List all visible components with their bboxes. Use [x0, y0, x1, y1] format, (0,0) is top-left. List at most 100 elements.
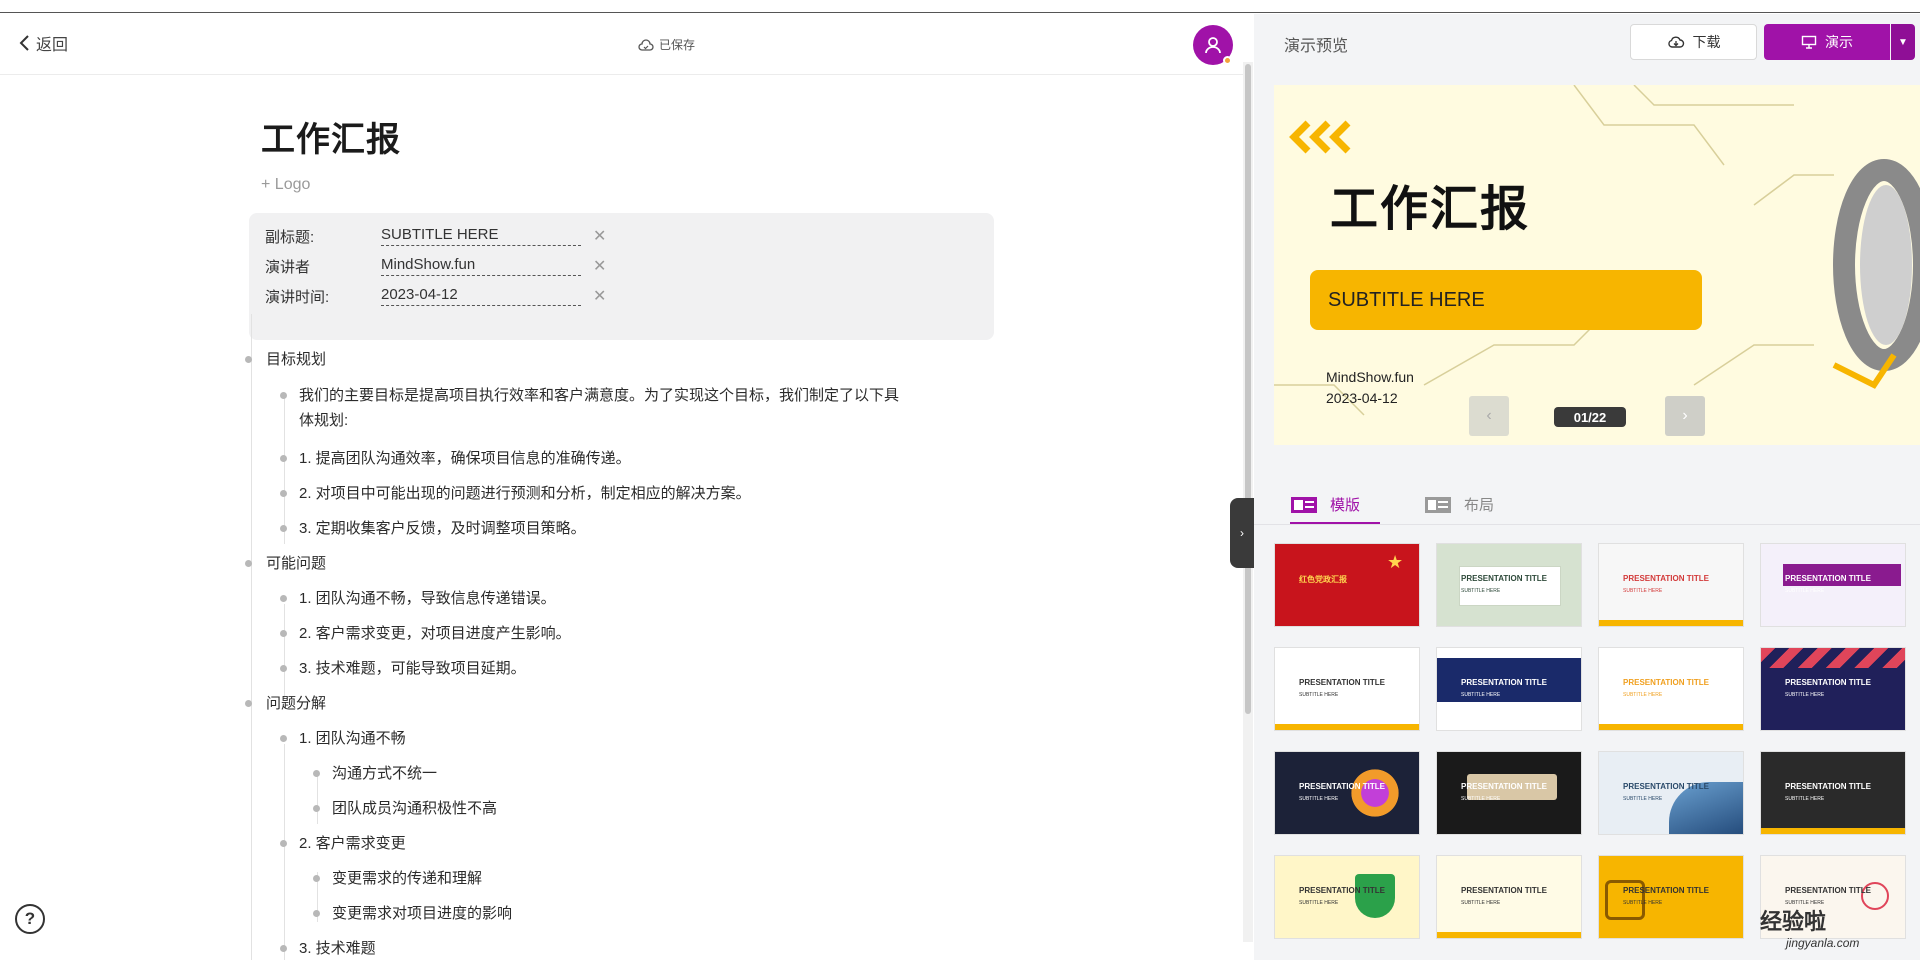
- active-tab-indicator: [1290, 522, 1380, 524]
- add-logo-button[interactable]: + Logo: [261, 176, 310, 194]
- slide-subtitle: SUBTITLE HERE: [1310, 270, 1702, 330]
- outline-guide: [317, 774, 318, 824]
- subtitle-field[interactable]: SUBTITLE HERE: [381, 226, 581, 246]
- slide-preview[interactable]: 工作汇报 SUBTITLE HERE MindShow.fun 2023-04-…: [1274, 85, 1920, 445]
- template-thumbnail[interactable]: PRESENTATION TITLE SUBTITLE HERE: [1436, 855, 1582, 939]
- template-decoration: [1355, 874, 1395, 918]
- template-thumbnail[interactable]: PRESENTATION TITLE SUBTITLE HERE: [1760, 543, 1906, 627]
- template-title: PRESENTATION TITLE: [1785, 782, 1871, 791]
- bullet-dot: [245, 560, 252, 567]
- user-icon: [1205, 37, 1221, 54]
- template-thumbnail[interactable]: PRESENTATION TITLE SUBTITLE HERE: [1760, 751, 1906, 835]
- next-slide-button[interactable]: ›: [1665, 396, 1705, 436]
- template-thumbnail[interactable]: PRESENTATION TITLE SUBTITLE HERE: [1598, 543, 1744, 627]
- template-decoration: [1761, 648, 1905, 668]
- outline-item[interactable]: 2. 客户需求变更: [299, 833, 406, 855]
- back-button[interactable]: 返回: [18, 31, 68, 55]
- meta-row-subtitle: 副标题: SUBTITLE HERE ✕: [265, 223, 606, 249]
- date-field[interactable]: 2023-04-12: [381, 286, 581, 306]
- bullet-dot: [313, 910, 320, 917]
- template-thumbnail[interactable]: ★ 红色党政汇报: [1274, 543, 1420, 627]
- outline-item[interactable]: 变更需求的传递和理解: [332, 868, 482, 890]
- preview-pane: 演示预览 下载 演示 ▼ 工作汇报 SUBTITLE HERE MindShow: [1254, 14, 1920, 960]
- outline-item[interactable]: 1. 团队沟通不畅，导致信息传递错误。: [299, 588, 556, 610]
- document-title[interactable]: 工作汇报: [261, 112, 401, 161]
- template-title: PRESENTATION TITLE: [1785, 678, 1871, 687]
- outline-item[interactable]: 问题分解: [266, 693, 326, 715]
- outline-item[interactable]: 沟通方式不统一: [332, 763, 437, 785]
- template-thumbnail[interactable]: PRESENTATION TITLE SUBTITLE HERE: [1274, 855, 1420, 939]
- template-title: PRESENTATION TITLE: [1623, 886, 1709, 895]
- template-decoration: [1599, 724, 1743, 730]
- template-decoration: [1437, 932, 1581, 938]
- help-button[interactable]: ?: [15, 904, 45, 934]
- template-title: PRESENTATION TITLE: [1299, 678, 1385, 687]
- outline-item[interactable]: 目标规划: [266, 349, 326, 371]
- template-title: 红色党政汇报: [1299, 575, 1347, 584]
- bullet-dot: [280, 630, 287, 637]
- present-button[interactable]: 演示: [1764, 24, 1890, 60]
- template-title: PRESENTATION TITLE: [1623, 678, 1709, 687]
- outline-item[interactable]: 团队成员沟通积极性不高: [332, 798, 497, 820]
- presenter-field[interactable]: MindShow.fun: [381, 256, 581, 276]
- present-options-button[interactable]: ▼: [1891, 24, 1915, 60]
- cloud-download-icon: [1667, 36, 1684, 48]
- template-thumbnail[interactable]: PRESENTATION TITLE SUBTITLE HERE: [1274, 751, 1420, 835]
- outline-item[interactable]: 可能问题: [266, 553, 326, 575]
- outline-item[interactable]: 3. 技术难题: [299, 938, 376, 960]
- download-label: 下载: [1692, 34, 1721, 50]
- template-thumbnail[interactable]: PRESENTATION TITLE SUBTITLE HERE: [1760, 647, 1906, 731]
- bullet-dot: [313, 875, 320, 882]
- tab-layout[interactable]: 布局: [1424, 494, 1494, 515]
- template-icon: [1291, 496, 1317, 513]
- outline-guide: [284, 604, 285, 699]
- outline-item[interactable]: 3. 定期收集客户反馈，及时调整项目策略。: [299, 518, 586, 540]
- outline-item[interactable]: 3. 技术难题，可能导致项目延期。: [299, 658, 526, 680]
- meta-label: 副标题:: [265, 228, 315, 246]
- outline-item[interactable]: 我们的主要目标是提高项目执行效率和客户满意度。为了实现这个目标，我们制定了以下具: [299, 385, 899, 407]
- editor-pane: 返回 已保存 工作汇报 + Logo 副标题: SUBTITLE HERE ✕ …: [0, 14, 1245, 960]
- template-thumbnail[interactable]: PRESENTATION TITLE SUBTITLE HERE: [1436, 543, 1582, 627]
- template-thumbnail[interactable]: PRESENTATION TITLE SUBTITLE HERE: [1436, 647, 1582, 731]
- outline-item[interactable]: 变更需求对项目进度的影响: [332, 903, 512, 925]
- template-subtitle: SUBTITLE HERE: [1299, 692, 1339, 698]
- outline-item[interactable]: 2. 客户需求变更，对项目进度产生影响。: [299, 623, 571, 645]
- bullet-dot: [280, 455, 287, 462]
- bullet-dot: [280, 945, 287, 952]
- save-status: 已保存: [638, 36, 695, 53]
- template-subtitle: SUBTITLE HERE: [1785, 692, 1825, 698]
- editor-header: 返回 已保存: [0, 14, 1245, 75]
- watermark-logo: 经验啦: [1760, 909, 1827, 934]
- template-thumbnail[interactable]: PRESENTATION TITLE SUBTITLE HERE: [1598, 855, 1744, 939]
- template-decoration: [1345, 768, 1405, 818]
- template-subtitle: SUBTITLE HERE: [1461, 796, 1501, 802]
- outline-guide: [251, 314, 252, 960]
- editor-scrollbar-thumb[interactable]: [1245, 64, 1251, 714]
- template-decoration: [1599, 620, 1743, 626]
- download-button[interactable]: 下载: [1630, 24, 1757, 60]
- outline-item[interactable]: 1. 提高团队沟通效率，确保项目信息的准确传递。: [299, 448, 631, 470]
- template-thumbnail[interactable]: PRESENTATION TITLE SUBTITLE HERE: [1598, 647, 1744, 731]
- bullet-dot: [280, 735, 287, 742]
- chevron-left-icon: ‹: [1486, 407, 1492, 424]
- template-subtitle: SUBTITLE HERE: [1623, 692, 1663, 698]
- outline-item[interactable]: 2. 对项目中可能出现的问题进行预测和分析，制定相应的解决方案。: [299, 483, 751, 505]
- outline-item[interactable]: 1. 团队沟通不畅: [299, 728, 406, 750]
- bullet-dot: [245, 700, 252, 707]
- clear-icon[interactable]: ✕: [593, 256, 606, 276]
- present-label: 演示: [1825, 34, 1853, 50]
- template-subtitle: SUBTITLE HERE: [1785, 588, 1825, 594]
- previous-slide-button[interactable]: ‹: [1469, 396, 1509, 436]
- clear-icon[interactable]: ✕: [593, 226, 606, 246]
- template-thumbnail[interactable]: PRESENTATION TITLE SUBTITLE HERE: [1274, 647, 1420, 731]
- template-decoration: ★: [1387, 552, 1404, 572]
- template-title: PRESENTATION TITLE: [1623, 782, 1709, 791]
- clear-icon[interactable]: ✕: [593, 286, 606, 306]
- caret-down-icon: ▼: [1898, 36, 1908, 48]
- collapse-panel-button[interactable]: ›: [1230, 498, 1254, 568]
- bullet-dot: [280, 392, 287, 399]
- template-thumbnail[interactable]: PRESENTATION TITLE SUBTITLE HERE: [1598, 751, 1744, 835]
- template-thumbnail[interactable]: PRESENTATION TITLE SUBTITLE HERE: [1436, 751, 1582, 835]
- outline-item-continuation[interactable]: 体规划:: [299, 410, 348, 432]
- tab-template[interactable]: 模版: [1290, 494, 1360, 515]
